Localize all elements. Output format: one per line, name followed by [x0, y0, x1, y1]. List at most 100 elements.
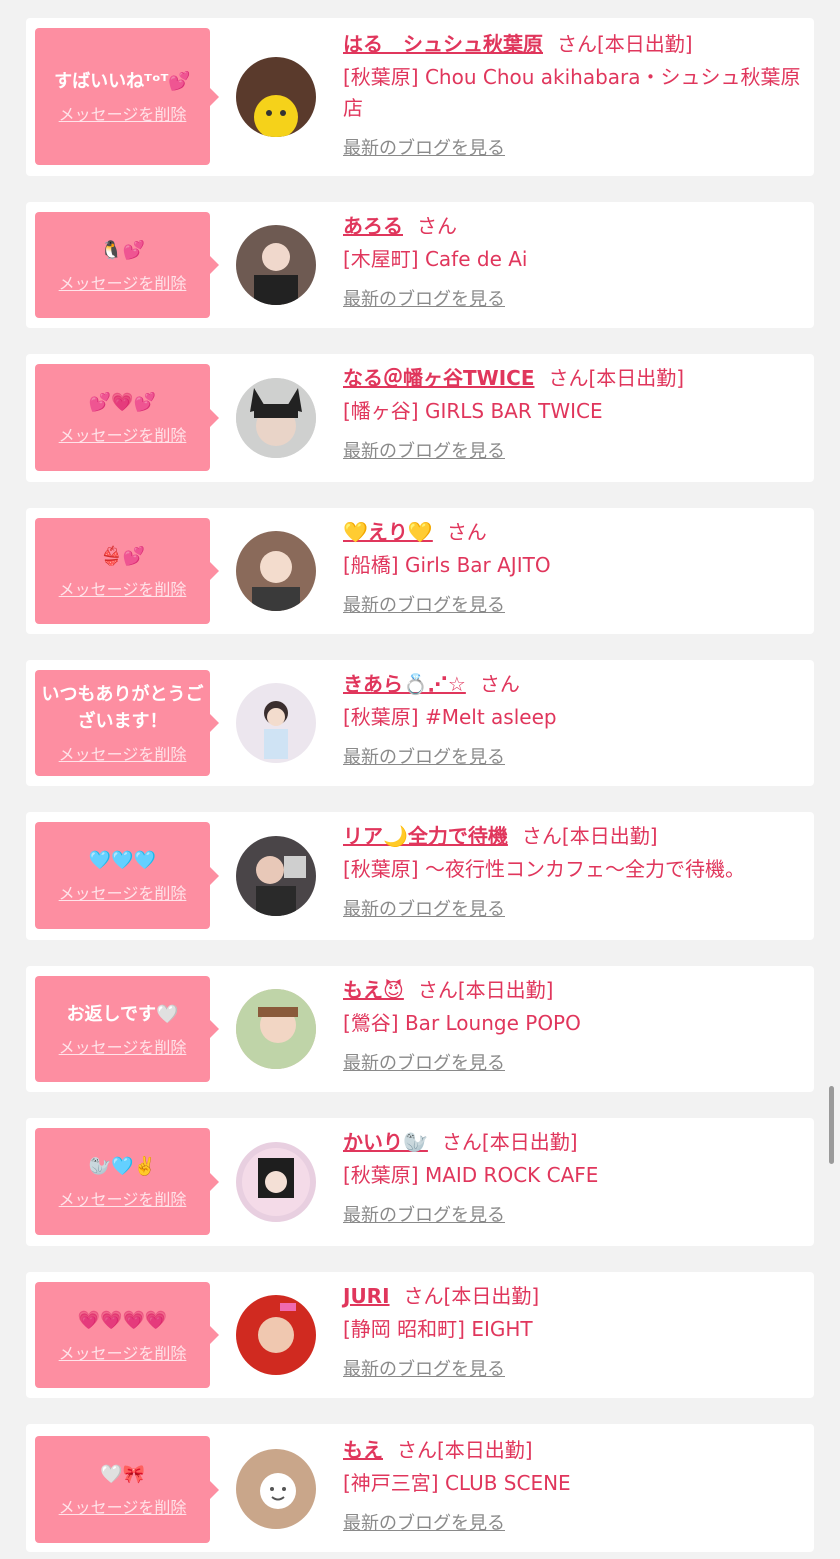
message-text: 💗💗💗💗	[77, 1309, 168, 1331]
avatar-image	[236, 378, 316, 458]
message-bubble: 👙💕 メッセージを削除	[35, 518, 219, 624]
shop-name: [神戸三宮] CLUB SCENE	[343, 1471, 571, 1495]
cast-status: さん[本日出勤]	[403, 1284, 540, 1308]
message-card: 🐧💕 メッセージを削除 あろる さん [木屋町] Cafe de Ai 最新のブロ…	[26, 202, 814, 328]
cast-name-link[interactable]: リア🌙全力で待機	[343, 824, 508, 848]
shop-name: [秋葉原] MAID ROCK CAFE	[343, 1163, 599, 1187]
cast-name-link[interactable]: 💛えり💛	[343, 520, 433, 544]
message-text: 🐧💕	[100, 239, 145, 261]
message-text: 🩵🩵🩵	[88, 850, 157, 871]
latest-blog-link[interactable]: 最新のブログを見る	[343, 134, 505, 160]
message-bubble: 🤍🎀 メッセージを削除	[35, 1436, 219, 1543]
message-text: お返しです🤍	[66, 1003, 179, 1025]
cast-name-link[interactable]: もえ	[343, 1438, 383, 1462]
message-bubble: お返しです🤍 メッセージを削除	[35, 976, 219, 1082]
cast-status: さん[本日出勤]	[548, 366, 685, 390]
latest-blog-link[interactable]: 最新のブログを見る	[343, 1201, 505, 1227]
avatar[interactable]	[236, 531, 316, 611]
cast-name-link[interactable]: あろる	[343, 214, 403, 238]
latest-blog-link[interactable]: 最新のブログを見る	[343, 591, 505, 617]
scrollbar[interactable]	[829, 1086, 834, 1164]
cast-status: さん[本日出勤]	[397, 1438, 533, 1462]
avatar[interactable]	[236, 225, 316, 305]
latest-blog-link[interactable]: 最新のブログを見る	[343, 895, 505, 921]
avatar-image	[254, 243, 298, 305]
cast-status: さん[本日出勤]	[521, 824, 658, 848]
cast-name-link[interactable]: かいり🦭	[343, 1130, 428, 1154]
message-card: いつもありがとうございます！ メッセージを削除 きあら💍⋰☆ さん [秋葉原] #…	[26, 660, 814, 786]
message-bubble: いつもありがとうございます！ メッセージを削除	[35, 670, 219, 776]
message-bubble: 🐧💕 メッセージを削除	[35, 212, 219, 318]
latest-blog-link[interactable]: 最新のブログを見る	[343, 1049, 505, 1075]
shop-name: [秋葉原] Chou Chou akihabara・シュシュ秋葉原店	[343, 65, 801, 120]
delete-message-link[interactable]: メッセージを削除	[59, 1340, 187, 1364]
delete-message-link[interactable]: メッセージを削除	[59, 880, 187, 904]
shop-name: [幡ヶ谷] GIRLS BAR TWICE	[343, 399, 603, 423]
message-text: 👙💕	[100, 545, 145, 567]
avatar-image	[258, 1303, 296, 1353]
avatar[interactable]	[236, 683, 316, 763]
avatar-image	[252, 551, 300, 611]
cast-name-link[interactable]: なる＠幡ヶ谷TWICE	[343, 366, 534, 390]
latest-blog-link[interactable]: 最新のブログを見る	[343, 285, 505, 311]
latest-blog-link[interactable]: 最新のブログを見る	[343, 437, 505, 463]
latest-blog-link[interactable]: 最新のブログを見る	[343, 1509, 505, 1535]
delete-message-link[interactable]: メッセージを削除	[59, 101, 187, 125]
message-card: すばいいねᵀᵒᵀ💕 メッセージを削除 はる シュシュ秋葉原 さん[本日出勤] [秋…	[26, 18, 814, 176]
message-text: すばいいねᵀᵒᵀ💕	[54, 71, 191, 92]
message-bubble: 💕💗💕 メッセージを削除	[35, 364, 219, 471]
cast-status: さん	[479, 672, 520, 696]
delete-message-link[interactable]: メッセージを削除	[59, 1034, 187, 1058]
cast-status: さん	[417, 214, 457, 238]
message-card: 👙💕 メッセージを削除 💛えり💛 さん [船橋] Girls Bar AJITO …	[26, 508, 814, 634]
message-card: お返しです🤍 メッセージを削除 もえ😈 さん[本日出勤] [鶯谷] Bar Lou…	[26, 966, 814, 1092]
shop-name: [木屋町] Cafe de Ai	[343, 247, 528, 271]
message-card: 💗💗💗💗 メッセージを削除 JURI さん[本日出勤] [静岡 昭和町] EIGH…	[26, 1272, 814, 1398]
cast-name-link[interactable]: もえ😈	[343, 978, 404, 1002]
avatar[interactable]	[236, 1142, 316, 1222]
avatar[interactable]	[236, 836, 316, 916]
avatar[interactable]	[236, 1449, 316, 1529]
message-card: 🦭🩵✌️ メッセージを削除 かいり🦭 さん[本日出勤] [秋葉原] MAID RO…	[26, 1118, 814, 1246]
avatar[interactable]	[236, 378, 316, 458]
message-bubble: すばいいねᵀᵒᵀ💕 メッセージを削除	[35, 28, 219, 165]
avatar[interactable]	[236, 1295, 316, 1375]
delete-message-link[interactable]: メッセージを削除	[59, 422, 187, 446]
avatar[interactable]	[236, 989, 316, 1069]
message-text: いつもありがとうございます！	[41, 684, 204, 732]
shop-name: [秋葉原] ～夜行性コンカフェ～全力で待機。	[343, 857, 745, 881]
avatar-image	[264, 701, 288, 759]
message-bubble: 💗💗💗💗 メッセージを削除	[35, 1282, 219, 1388]
delete-message-link[interactable]: メッセージを削除	[59, 741, 187, 765]
delete-message-link[interactable]: メッセージを削除	[59, 576, 187, 600]
cast-status: さん[本日出勤]	[557, 32, 693, 56]
avatar-image	[236, 989, 316, 1069]
message-card: 💕💗💕 メッセージを削除 なる＠幡ヶ谷TWICE さん[本日出勤] [幡ヶ谷] G…	[26, 354, 814, 482]
cast-name-link[interactable]: はる シュシュ秋葉原	[343, 32, 543, 56]
avatar-image	[254, 95, 298, 137]
avatar-image	[260, 1473, 296, 1509]
message-card: 🩵🩵🩵 メッセージを削除 リア🌙全力で待機 さん[本日出勤] [秋葉原] ～夜行性…	[26, 812, 814, 940]
avatar[interactable]	[236, 57, 316, 137]
delete-message-link[interactable]: メッセージを削除	[59, 1494, 187, 1518]
cast-name-link[interactable]: きあら💍⋰☆	[343, 672, 466, 696]
message-text: 🦭🩵✌️	[88, 1156, 157, 1177]
shop-name: [鶯谷] Bar Lounge POPO	[343, 1011, 581, 1035]
delete-message-link[interactable]: メッセージを削除	[59, 1186, 187, 1210]
shop-name: [船橋] Girls Bar AJITO	[343, 553, 551, 577]
shop-name: [秋葉原] #Melt asleep	[343, 705, 557, 729]
shop-name: [静岡 昭和町] EIGHT	[343, 1317, 533, 1341]
message-bubble: 🦭🩵✌️ メッセージを削除	[35, 1128, 219, 1235]
cast-status: さん[本日出勤]	[441, 1130, 578, 1154]
cast-status: さん	[446, 520, 487, 544]
message-bubble: 🩵🩵🩵 メッセージを削除	[35, 822, 219, 929]
latest-blog-link[interactable]: 最新のブログを見る	[343, 743, 505, 769]
cast-status: さん[本日出勤]	[417, 978, 554, 1002]
latest-blog-link[interactable]: 最新のブログを見る	[343, 1355, 505, 1381]
cast-name-link[interactable]: JURI	[343, 1284, 390, 1308]
message-text: 💕💗💕	[88, 392, 157, 413]
message-card: 🤍🎀 メッセージを削除 もえ さん[本日出勤] [神戸三宮] CLUB SCENE…	[26, 1424, 814, 1552]
avatar-image	[242, 1148, 310, 1216]
delete-message-link[interactable]: メッセージを削除	[59, 270, 187, 294]
message-text: 🤍🎀	[100, 1464, 145, 1485]
